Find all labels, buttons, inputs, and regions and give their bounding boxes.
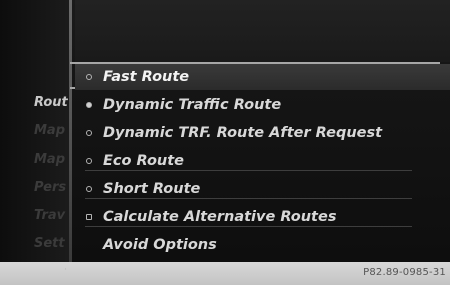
separator-line	[85, 170, 412, 171]
left-menu: Rout Map Map Pers Trav Sett	[0, 0, 72, 262]
checkbox-unchecked-icon	[86, 214, 92, 220]
option-dynamic-traffic-route[interactable]: Dynamic Traffic Route	[75, 92, 450, 118]
left-menu-item-trav[interactable]: Trav	[34, 208, 68, 223]
option-avoid-options[interactable]: Avoid Options	[75, 232, 450, 258]
radio-unchecked-icon	[86, 74, 92, 80]
option-label: Dynamic Traffic Route	[103, 97, 282, 113]
left-menu-item-map-1[interactable]: Map	[34, 123, 68, 138]
option-label: Eco Route	[103, 153, 185, 169]
left-menu-item-pers[interactable]: Pers	[34, 180, 68, 195]
option-label: Avoid Options	[103, 237, 217, 253]
radio-checked-icon	[86, 102, 92, 108]
figure-code: P82.89-0985-31	[363, 267, 446, 278]
left-menu-divider	[69, 0, 72, 262]
option-fast-route[interactable]: Fast Route	[75, 64, 450, 90]
option-label: Short Route	[103, 181, 201, 197]
option-dynamic-trf-route-after-request[interactable]: Dynamic TRF. Route After Request	[75, 120, 450, 146]
radio-unchecked-icon	[86, 186, 92, 192]
left-menu-item-route[interactable]: Rout	[34, 95, 68, 110]
option-label: Fast Route	[103, 69, 190, 85]
header-area	[75, 0, 450, 62]
option-label: Dynamic TRF. Route After Request	[103, 125, 383, 141]
separator-line	[85, 226, 412, 227]
radio-unchecked-icon	[86, 130, 92, 136]
left-menu-item-map-2[interactable]: Map	[34, 152, 68, 167]
route-options-list: Fast Route Dynamic Traffic Route Dynamic…	[75, 62, 450, 262]
faint-mark: ·	[64, 265, 67, 275]
separator-line	[85, 198, 412, 199]
left-menu-item-sett[interactable]: Sett	[34, 236, 68, 251]
radio-unchecked-icon	[86, 158, 92, 164]
option-label: Calculate Alternative Routes	[103, 209, 337, 225]
route-settings-screen: Rout Map Map Pers Trav Sett Fast Route D…	[0, 0, 450, 262]
